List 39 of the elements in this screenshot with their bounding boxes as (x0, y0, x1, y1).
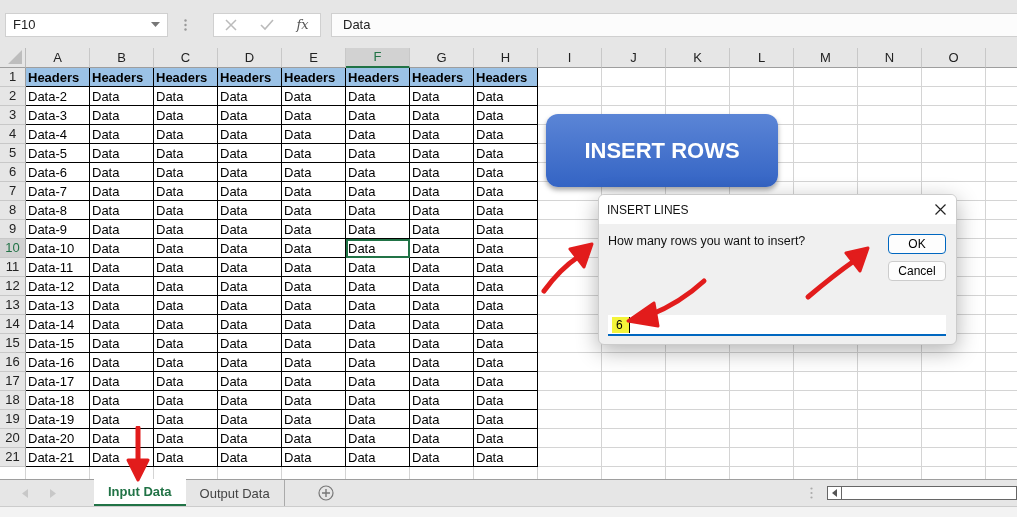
cancel-button[interactable]: Cancel (888, 261, 946, 281)
arrow-annotation (126, 426, 150, 482)
column-header[interactable]: D (218, 47, 282, 68)
cancel-icon[interactable] (225, 18, 238, 31)
ok-button[interactable]: OK (888, 234, 946, 254)
dialog-title: INSERT LINES (607, 202, 689, 217)
add-sheet-icon[interactable] (317, 485, 334, 502)
insert-rows-button[interactable]: INSERT ROWS (546, 114, 778, 187)
name-box[interactable]: F10 (5, 12, 168, 37)
column-header[interactable]: B (90, 47, 154, 68)
horizontal-scrollbar[interactable] (827, 486, 1017, 501)
column-header[interactable]: L (730, 47, 794, 68)
sheet-tab[interactable]: Output Data (185, 480, 284, 507)
column-header[interactable]: C (154, 47, 218, 68)
column-header[interactable]: E (282, 47, 346, 68)
column-header[interactable]: J (602, 47, 666, 68)
column-header[interactable]: K (666, 47, 730, 68)
column-header[interactable]: H (474, 47, 538, 68)
function-button[interactable]: fx (296, 17, 309, 33)
select-all-corner[interactable] (0, 47, 26, 68)
dialog-prompt: How many rows you want to insert? (608, 234, 806, 250)
grip-icon (184, 18, 187, 31)
close-icon[interactable] (935, 204, 946, 215)
arrow-annotation (540, 241, 596, 295)
arrow-annotation (804, 245, 872, 301)
caret-icon[interactable] (151, 22, 160, 28)
previous-sheet-icon[interactable] (22, 488, 28, 498)
input-field[interactable]: 6 (608, 315, 946, 336)
check-icon[interactable] (259, 18, 274, 31)
next-sheet-icon[interactable] (50, 488, 56, 498)
column-header[interactable]: F (346, 47, 410, 68)
column-header[interactable]: M (794, 47, 858, 68)
formula-field[interactable]: Data (331, 12, 1017, 37)
column-header[interactable]: I (538, 47, 602, 68)
column-header[interactable]: O (922, 47, 986, 68)
column-header[interactable]: G (410, 47, 474, 68)
column-header[interactable]: N (858, 47, 922, 68)
sheet-tab[interactable]: Input Data (94, 479, 186, 507)
column-header[interactable]: A (26, 47, 90, 68)
